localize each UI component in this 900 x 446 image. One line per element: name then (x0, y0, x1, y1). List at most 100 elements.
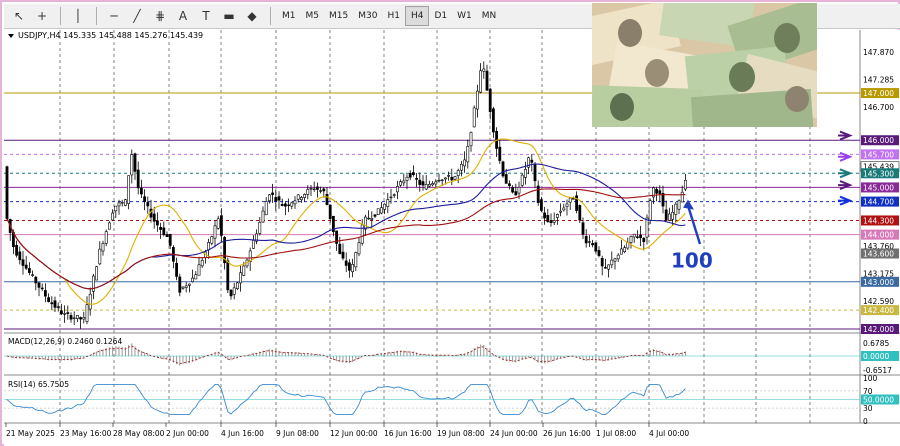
timeframe-m5[interactable]: M5 (301, 6, 325, 26)
candle-body (587, 241, 591, 243)
candle-body (63, 313, 67, 315)
rsi-axis-label: 30 (863, 404, 873, 413)
candle-body (623, 247, 627, 253)
candle-body (379, 207, 383, 214)
time-axis-label: 16 Jun 16:00 (384, 429, 432, 438)
vertical-line-icon[interactable]: │ (67, 6, 89, 26)
symbol-info: USDJPY,H4 145.335 145.488 145.276 145.43… (18, 31, 203, 40)
candle-body (56, 306, 60, 308)
candle-body (296, 194, 300, 200)
candle-body (619, 248, 623, 255)
candle-body (136, 169, 140, 189)
candle-body (568, 197, 572, 203)
candle-body (280, 204, 284, 206)
candle-body (402, 180, 406, 184)
candle-body (485, 70, 489, 91)
price-axis-label: 147.870 (863, 48, 894, 57)
fibonacci-icon[interactable]: ⋕ (149, 6, 171, 26)
price-axis-label: 144.300 (863, 216, 894, 225)
candle-body (463, 159, 467, 167)
candle-body (312, 188, 316, 191)
candle-body (165, 234, 169, 237)
candle-body (511, 186, 515, 193)
candle-body (517, 186, 521, 194)
candle-body (299, 197, 303, 201)
timeframe-m30[interactable]: M30 (353, 6, 382, 26)
price-axis-label: 146.000 (863, 136, 894, 145)
toolbar-separator (60, 7, 61, 25)
price-axis-label: 145.000 (863, 183, 894, 192)
candle-body (607, 264, 611, 270)
candle-body (543, 212, 547, 219)
candle-body (367, 217, 371, 220)
candle-body (546, 215, 550, 222)
candle-body (200, 259, 204, 267)
timeframe-h4[interactable]: H4 (404, 6, 430, 26)
candle-body (24, 264, 28, 269)
candle-body (674, 203, 678, 215)
candle-body (114, 205, 118, 212)
candle-body (40, 287, 44, 290)
cursor-icon[interactable]: ↖ (8, 6, 30, 26)
timeframe-w1[interactable]: W1 (452, 6, 477, 26)
text-label-icon[interactable]: T (195, 6, 217, 26)
macd-axis-label: 0.6785 (863, 339, 889, 348)
candle-body (306, 189, 310, 195)
candle-body (325, 194, 329, 205)
text-icon[interactable]: A (172, 6, 194, 26)
candle-body (101, 243, 105, 252)
rectangle-icon[interactable]: ▬ (218, 6, 240, 26)
candle-body (639, 234, 643, 239)
horizontal-line-icon[interactable]: ─ (103, 6, 125, 26)
candle-body (472, 107, 476, 128)
candle-body (514, 191, 518, 196)
time-axis-label: 26 Jun 16:00 (543, 429, 591, 438)
candle-body (133, 153, 137, 172)
time-axis-label: 4 Jul 00:00 (649, 429, 689, 438)
candle-body (591, 243, 595, 246)
candle-body (207, 242, 211, 251)
candle-body (175, 262, 179, 277)
candle-body (252, 240, 255, 249)
trendline-icon[interactable]: ╱ (126, 6, 148, 26)
candle-body (603, 267, 607, 269)
candle-body (533, 163, 537, 182)
candle-body (447, 175, 451, 177)
time-axis-label: 21 May 2025 (6, 429, 55, 438)
candle-body (632, 233, 636, 238)
candle-body (76, 315, 79, 319)
rsi-axis-label: 0 (863, 417, 868, 426)
timeframe-d1[interactable]: D1 (429, 6, 452, 26)
candle-body (469, 132, 473, 147)
price-axis-label: 145.300 (863, 169, 894, 178)
timeframe-mn[interactable]: MN (477, 6, 502, 26)
timeframe-bar: M1 M5 M15 M30 H1 H4 D1 W1 MN (277, 6, 501, 26)
candle-body (188, 283, 191, 286)
crosshair-icon[interactable]: + (31, 6, 53, 26)
candle-body (146, 202, 150, 207)
candle-body (658, 190, 662, 194)
candle-body (386, 199, 390, 207)
candle-body (344, 260, 348, 266)
candle-body (520, 174, 524, 186)
candle-body (242, 265, 246, 276)
candle-body (443, 177, 447, 180)
candle-body (220, 215, 223, 236)
candle-body (434, 181, 438, 185)
timeframe-m1[interactable]: M1 (277, 6, 301, 26)
annotation-label: 100 (671, 249, 713, 273)
candle-body (258, 222, 262, 234)
timeframe-h1[interactable]: H1 (382, 6, 405, 26)
price-axis-label: 143.000 (863, 278, 894, 287)
candle-body (98, 248, 102, 265)
candle-body (578, 205, 582, 221)
candle-body (43, 290, 47, 297)
shapes-icon[interactable]: ◆ (241, 6, 263, 26)
time-axis-label: 24 Jun 00:00 (490, 429, 538, 438)
candle-body (411, 172, 415, 175)
candle-body (539, 199, 543, 211)
candle-body (616, 254, 620, 260)
candle-body (184, 285, 188, 288)
timeframe-m15[interactable]: M15 (324, 6, 353, 26)
dropdown-triangle-icon (8, 34, 14, 38)
